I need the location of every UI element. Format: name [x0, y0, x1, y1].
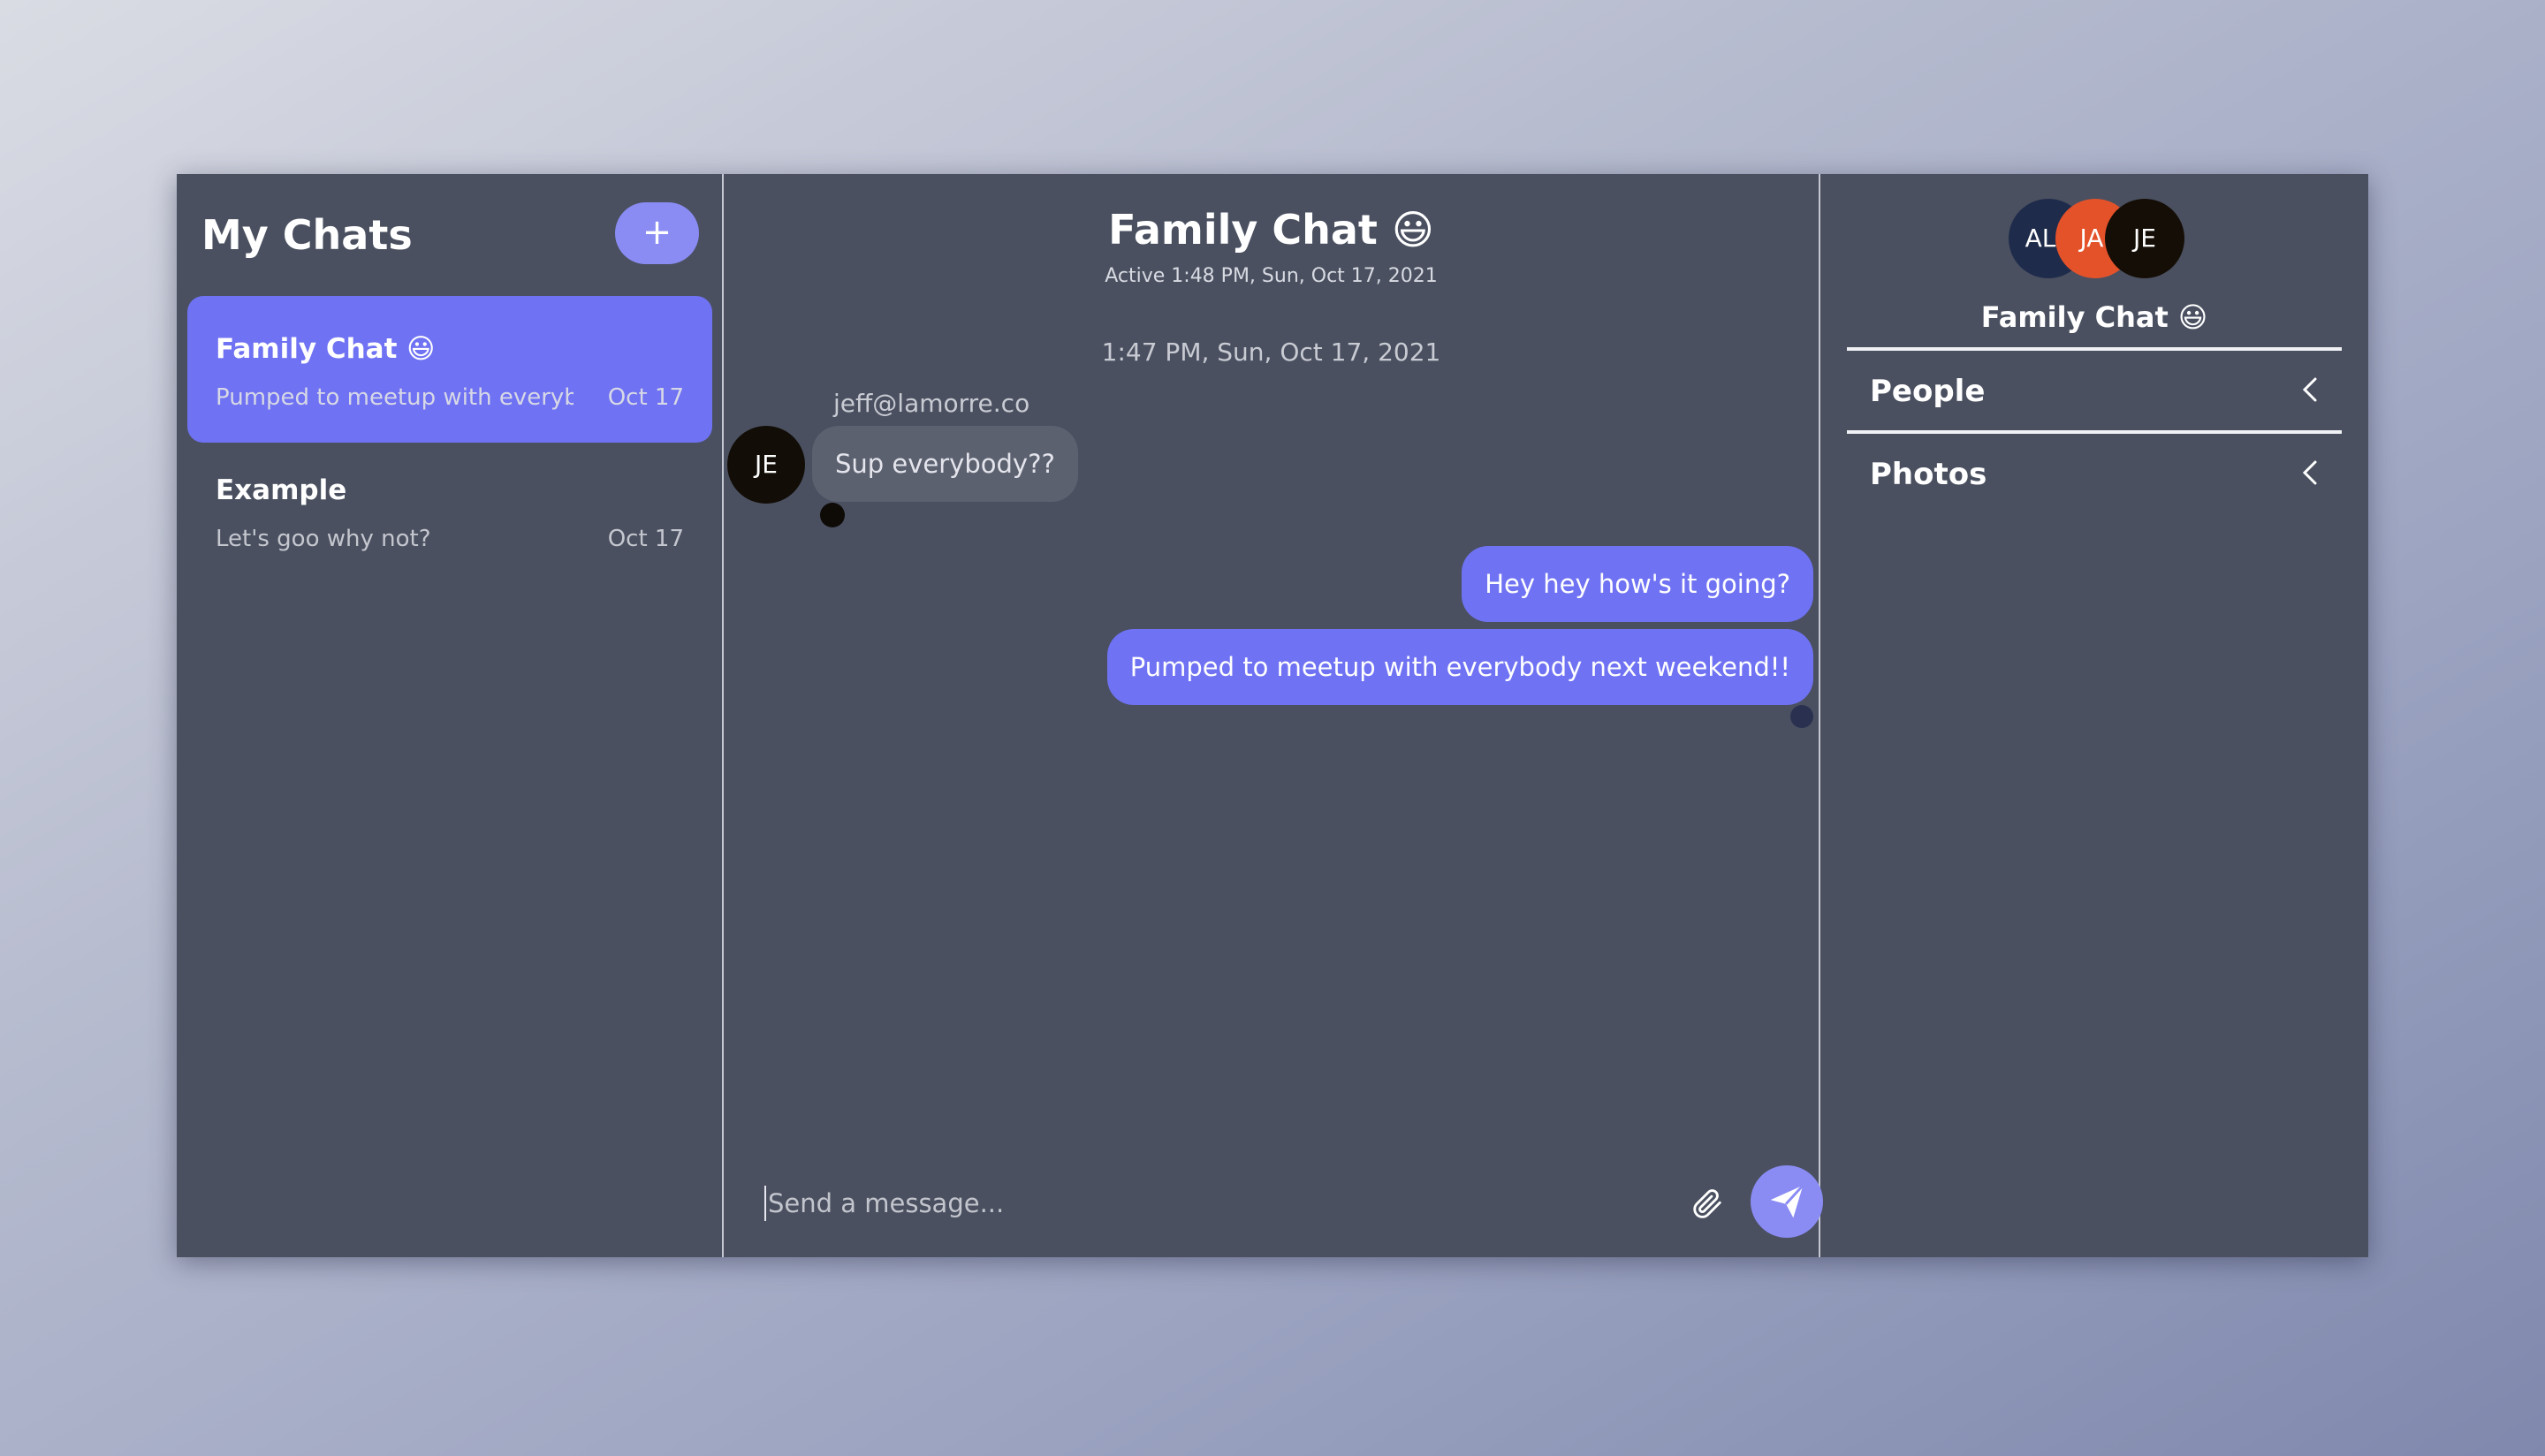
- send-icon: [1770, 1184, 1804, 1218]
- section-label: People: [1870, 374, 1986, 409]
- message-timestamp: 1:47 PM, Sun, Oct 17, 2021: [1101, 337, 1441, 367]
- conversation-activity: Active 1:48 PM, Sun, Oct 17, 2021: [1105, 265, 1438, 287]
- chat-card-name: Family Chat 😃: [216, 333, 436, 365]
- chat-card-date: Oct 17: [607, 384, 684, 411]
- outgoing-message: Hey hey how's it going?: [1462, 546, 1813, 622]
- chat-app: My Chats + Family Chat 😃 Pumped to meetu…: [177, 174, 2368, 1257]
- avatar: JE: [727, 426, 805, 504]
- message-input[interactable]: [764, 1186, 1648, 1221]
- details-title: Family Chat 😃: [1980, 300, 2208, 334]
- conversation-title: Family Chat 😃: [1108, 206, 1434, 254]
- photos-section-toggle[interactable]: Photos: [1847, 430, 2342, 512]
- chat-list-title: My Chats: [201, 211, 413, 259]
- conversation-panel: Family Chat 😃 Active 1:48 PM, Sun, Oct 1…: [724, 174, 1823, 1257]
- section-label: Photos: [1870, 457, 1987, 492]
- chat-card-name: Example: [216, 474, 347, 506]
- paperclip-icon[interactable]: [1690, 1187, 1724, 1220]
- new-chat-button[interactable]: +: [615, 202, 699, 264]
- sender-email: jeff@lamorre.co: [833, 389, 1030, 418]
- send-button[interactable]: [1751, 1165, 1823, 1238]
- read-receipt-dot: [1790, 705, 1813, 728]
- avatar: JE: [2105, 199, 2184, 278]
- message-composer: [764, 1186, 1648, 1221]
- chevron-left-icon: [2302, 377, 2317, 402]
- chat-card-preview: Pumped to meetup with everybody next wee…: [216, 384, 574, 411]
- chat-card-preview: Let's goo why not?: [216, 526, 431, 552]
- incoming-message: Sup everybody??: [812, 426, 1078, 502]
- chat-card-date: Oct 17: [607, 526, 684, 552]
- people-section-toggle[interactable]: People: [1847, 347, 2342, 428]
- chat-list-panel: My Chats + Family Chat 😃 Pumped to meetu…: [177, 174, 724, 1257]
- outgoing-message: Pumped to meetup with everybody next wee…: [1106, 629, 1813, 705]
- chevron-left-icon: [2302, 460, 2317, 485]
- chat-details-panel: AL JA JE Family Chat 😃 People Photos: [1820, 174, 2368, 1257]
- chat-card-example[interactable]: Example Let's goo why not? Oct 17: [187, 437, 712, 584]
- read-receipt-dot: [820, 503, 845, 527]
- chat-card-family[interactable]: Family Chat 😃 Pumped to meetup with ever…: [187, 296, 712, 443]
